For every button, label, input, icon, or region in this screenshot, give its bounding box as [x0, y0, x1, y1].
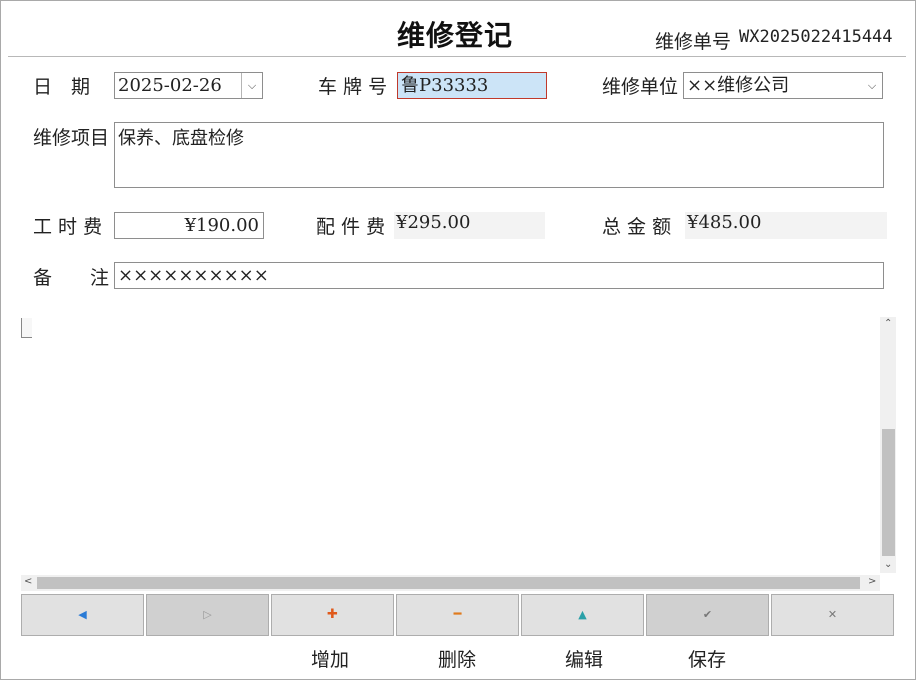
labor-fee-label: 工 时 费	[33, 216, 103, 238]
close-icon: ✕	[827, 608, 838, 621]
plate-label: 车 牌 号	[318, 76, 388, 98]
next-record-button[interactable]: ▷	[146, 594, 269, 636]
edit-caption: 编辑	[565, 649, 604, 671]
page-title: 维修登记	[397, 19, 514, 52]
delete-caption: 删除	[438, 649, 477, 671]
triangle-left-icon: ◀	[78, 608, 87, 621]
repair-items-value: 保养、底盘检修	[118, 128, 244, 149]
labor-fee-input[interactable]: ¥190.00	[114, 212, 264, 239]
plus-icon: ✚	[327, 607, 338, 622]
chevron-down-icon[interactable]: ⌵	[241, 73, 262, 98]
remark-input[interactable]: ××××××××××	[114, 262, 884, 289]
scroll-left-icon[interactable]: <	[24, 576, 32, 587]
repair-unit-label: 维修单位	[602, 76, 679, 98]
prev-record-button[interactable]: ◀	[21, 594, 144, 636]
horizontal-scroll-thumb[interactable]	[37, 577, 860, 589]
minus-icon: ━	[453, 607, 462, 622]
remark-label: 备 注	[33, 267, 110, 289]
total-amount-field: ¥485.00	[685, 212, 887, 239]
total-amount-value: ¥485.00	[687, 212, 762, 233]
order-number-value: WX2025022415444	[739, 27, 893, 47]
parts-fee-label: 配 件 费	[316, 216, 386, 238]
parts-fee-field: ¥295.00	[394, 212, 545, 239]
scroll-up-icon[interactable]: ⌃	[884, 318, 892, 329]
add-caption: 增加	[311, 649, 350, 671]
cancel-button[interactable]: ✕	[771, 594, 894, 636]
labor-fee-value: ¥190.00	[184, 215, 259, 236]
edit-button[interactable]: ▲	[521, 594, 644, 636]
plate-input[interactable]: 鲁P33333	[397, 72, 547, 99]
scroll-down-icon[interactable]: ⌄	[884, 559, 892, 570]
check-icon: ✔	[702, 608, 713, 621]
date-label: 日 期	[33, 76, 91, 98]
grid-row-selector[interactable]	[21, 318, 32, 338]
repair-unit-value: ××维修公司	[687, 75, 790, 96]
triangle-right-icon: ▷	[203, 608, 212, 621]
save-button[interactable]: ✔	[646, 594, 769, 636]
chevron-down-icon[interactable]: ⌵	[862, 73, 882, 98]
date-value: 2025-02-26	[118, 75, 222, 96]
triangle-up-icon: ▲	[578, 608, 587, 621]
repair-items-label: 维修项目	[33, 127, 110, 149]
date-picker[interactable]: 2025-02-26 ⌵	[114, 72, 263, 99]
parts-fee-value: ¥295.00	[396, 212, 471, 233]
total-amount-label: 总 金 额	[602, 216, 672, 238]
repair-items-textarea[interactable]: 保养、底盘检修	[114, 122, 884, 188]
remark-value: ××××××××××	[118, 265, 269, 286]
vertical-scroll-thumb[interactable]	[882, 429, 895, 556]
plate-value: 鲁P33333	[401, 75, 489, 96]
scroll-right-icon[interactable]: >	[868, 576, 876, 587]
add-button[interactable]: ✚	[271, 594, 394, 636]
title-divider	[8, 56, 906, 57]
delete-button[interactable]: ━	[396, 594, 519, 636]
save-caption: 保存	[688, 649, 727, 671]
repair-unit-select[interactable]: ××维修公司 ⌵	[683, 72, 883, 99]
order-number-label: 维修单号	[655, 31, 732, 53]
